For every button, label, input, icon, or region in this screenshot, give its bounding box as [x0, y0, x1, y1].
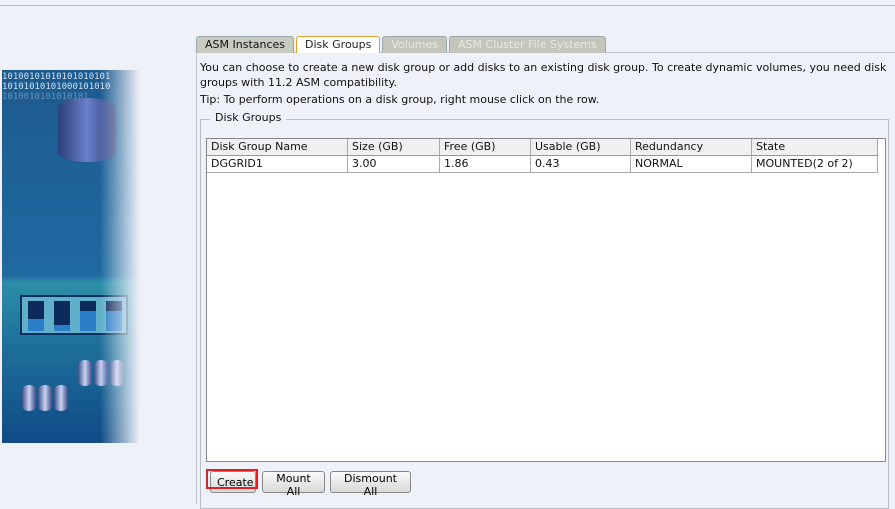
disk-groups-table[interactable]: Disk Group Name Size (GB) Free (GB) Usab…	[206, 138, 886, 462]
create-button[interactable]: Create	[210, 471, 256, 493]
description-text: You can choose to create a new disk grou…	[200, 61, 887, 89]
disk-icon	[22, 385, 36, 411]
tab-asm-instances[interactable]: ASM Instances	[196, 36, 295, 53]
cell-free: 1.86	[440, 156, 531, 173]
column-header[interactable]: Free (GB)	[440, 139, 531, 156]
cell-name: DGGRID1	[207, 156, 348, 173]
table-header: Disk Group Name Size (GB) Free (GB) Usab…	[207, 139, 885, 156]
column-header[interactable]: State	[752, 139, 878, 156]
tab-disk-groups[interactable]: Disk Groups	[296, 36, 381, 53]
tab-volumes: Volumes	[382, 36, 448, 53]
table-row[interactable]: DGGRID1 3.00 1.86 0.43 NORMAL MOUNTED(2 …	[207, 156, 885, 173]
disk-icon	[110, 360, 124, 386]
cell-size: 3.00	[348, 156, 440, 173]
cell-usable: 0.43	[531, 156, 631, 173]
column-header[interactable]: Redundancy	[631, 139, 752, 156]
tip-text: Tip: To perform operations on a disk gro…	[200, 93, 600, 106]
disk-icon	[38, 385, 52, 411]
tab-asm-cluster-file-systems: ASM Cluster File Systems	[449, 36, 606, 53]
column-header[interactable]: Size (GB)	[348, 139, 440, 156]
cell-redundancy: NORMAL	[631, 156, 752, 173]
cell-state: MOUNTED(2 of 2)	[752, 156, 878, 173]
disk-rack-icon	[20, 295, 128, 335]
tab-bar: ASM Instances Disk Groups Volumes ASM Cl…	[196, 36, 608, 53]
disk-icon	[54, 385, 68, 411]
database-icon	[58, 98, 116, 162]
mount-all-button[interactable]: Mount All	[262, 471, 325, 498]
dismount-all-button[interactable]: Dismount All	[330, 471, 411, 498]
column-header[interactable]: Usable (GB)	[531, 139, 631, 156]
disk-icon	[94, 360, 108, 386]
asm-illustration: 10100101010101010101 10101010101000101010…	[2, 70, 140, 443]
top-divider	[0, 5, 895, 6]
fieldset-title: Disk Groups	[210, 111, 287, 124]
column-header[interactable]: Disk Group Name	[207, 139, 348, 156]
disk-icon	[78, 360, 92, 386]
